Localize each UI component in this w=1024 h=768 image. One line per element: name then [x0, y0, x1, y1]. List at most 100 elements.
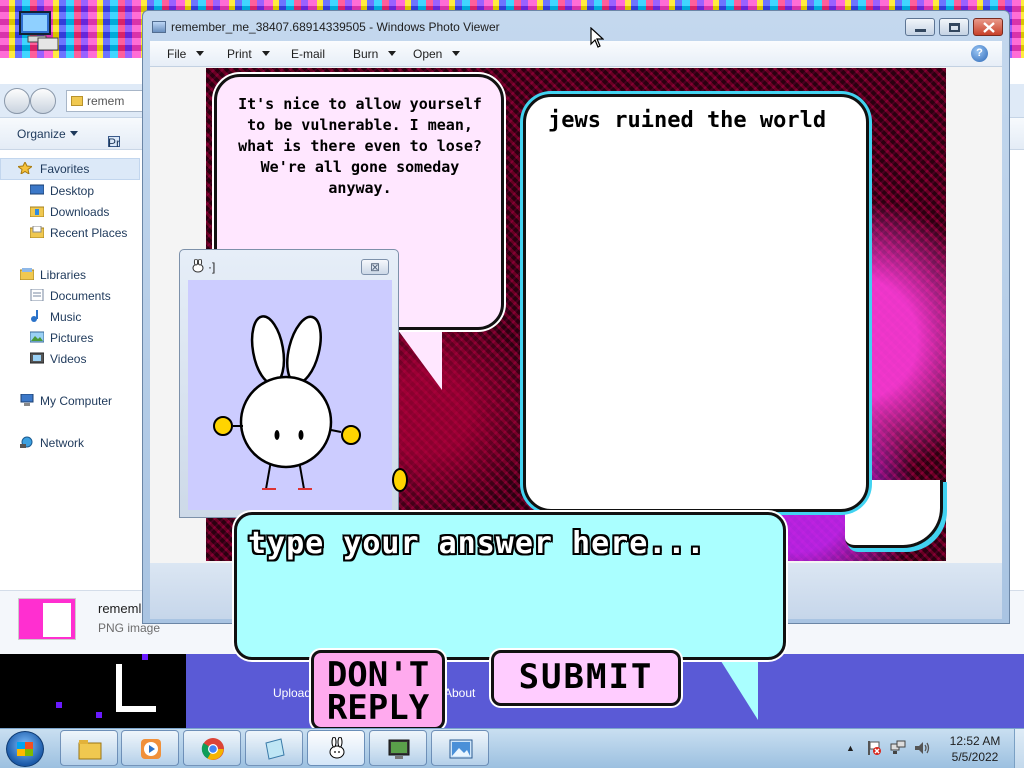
clock-time: 12:52 AM [949, 734, 1001, 748]
menu-print[interactable]: Print [227, 47, 270, 61]
menu-file[interactable]: File [167, 47, 205, 61]
sidebar-item-pictures[interactable]: Pictures [50, 331, 93, 345]
notepad-icon [265, 738, 285, 760]
downloads-folder-icon [30, 206, 44, 217]
back-button[interactable] [4, 88, 30, 114]
bunny-window-title: ·] [208, 260, 216, 274]
show-hidden-icons-icon[interactable]: ▲ [846, 743, 855, 753]
dont-reply-button[interactable]: DON'T REPLY [311, 650, 445, 730]
sidebar-favorites[interactable]: Favorites [40, 162, 89, 176]
chevron-down-icon [261, 51, 270, 56]
window-title: remember_me_38407.68914339505 - Windows … [171, 20, 500, 34]
chevron-down-icon [388, 51, 397, 56]
chrome-icon [201, 738, 224, 760]
about-link[interactable]: About [444, 686, 475, 700]
music-icon [31, 310, 38, 322]
bunny-window-close-button[interactable]: ⊠ [361, 259, 389, 275]
yellow-orb [392, 468, 408, 492]
action-center-flag-icon[interactable] [866, 740, 882, 756]
organize-caret-icon [70, 131, 78, 136]
sidebar-my-computer[interactable]: My Computer [40, 394, 112, 408]
maximize-button[interactable] [939, 18, 969, 36]
bunny-icon [329, 737, 345, 759]
address-text: remem [87, 94, 125, 108]
forward-button[interactable] [30, 88, 56, 114]
menu-email[interactable]: E-mail [291, 47, 325, 61]
photo-viewer-app-icon [152, 21, 166, 33]
answer-bubble-tail [714, 650, 758, 720]
taskbar-explorer[interactable] [60, 730, 118, 766]
taskbar-clock[interactable]: 12:52 AM 5/5/2022 [940, 733, 1010, 765]
monitor-icon [388, 739, 410, 759]
recent-places-icon [30, 226, 44, 238]
bunny-icon [192, 259, 204, 273]
minimize-icon [915, 29, 926, 32]
bunny-window-body [188, 280, 392, 510]
chevron-down-icon [196, 51, 205, 56]
photo-viewer-icon [449, 739, 473, 759]
network-icon [20, 436, 33, 448]
windows-logo-icon [17, 742, 33, 756]
speech-bubble-tail-left [392, 322, 442, 390]
pixel-dot [56, 702, 62, 708]
dont-reply-label: DON'T REPLY [326, 655, 430, 728]
pixel-dot [142, 654, 148, 660]
speech-bubble-right [523, 94, 869, 512]
chevron-down-icon [452, 51, 461, 56]
videos-icon [30, 352, 44, 364]
minimize-button[interactable] [905, 18, 935, 36]
media-player-icon [141, 739, 161, 759]
help-icon[interactable]: ? [971, 45, 988, 62]
taskbar-bunny-app[interactable] [307, 730, 365, 766]
desktop-black-panel [0, 654, 184, 728]
submit-button[interactable]: SUBMIT [491, 650, 681, 706]
start-button[interactable] [6, 731, 44, 767]
mouse-cursor-icon [590, 27, 604, 48]
address-bar[interactable]: remem [66, 90, 146, 112]
sidebar-item-desktop[interactable]: Desktop [50, 184, 94, 198]
bunny-window: ·] ⊠ [179, 249, 399, 518]
answer-placeholder[interactable]: type your answer here... [248, 526, 705, 561]
volume-icon[interactable] [914, 740, 930, 756]
details-file-name: rememl [98, 601, 142, 616]
file-thumbnail [18, 598, 76, 640]
bunny-character [213, 315, 361, 490]
desktop-icon [30, 184, 44, 195]
taskbar-system-app[interactable] [369, 730, 427, 766]
explorer-content-edge [1010, 150, 1024, 590]
taskbar-media-player[interactable] [121, 730, 179, 766]
sidebar-item-music[interactable]: Music [50, 310, 81, 324]
menu-burn[interactable]: Burn [353, 47, 397, 61]
computer-desktop-icon[interactable] [14, 8, 60, 52]
menu-open[interactable]: Open [413, 47, 461, 61]
l-shape-graphic [116, 664, 156, 712]
pixel-dot [96, 712, 102, 718]
taskbar-notepad[interactable] [245, 730, 303, 766]
sidebar-item-downloads[interactable]: Downloads [50, 205, 109, 219]
sidebar-item-videos[interactable]: Videos [50, 352, 86, 366]
show-desktop-button[interactable] [1014, 729, 1024, 768]
sidebar-item-recent-places[interactable]: Recent Places [50, 226, 127, 240]
folder-icon [78, 740, 102, 760]
sidebar-libraries[interactable]: Libraries [40, 268, 86, 282]
clock-date: 5/5/2022 [951, 750, 999, 764]
sidebar-item-documents[interactable]: Documents [50, 289, 111, 303]
organize-button[interactable]: Organize [17, 127, 66, 141]
network-tray-icon[interactable] [890, 740, 906, 756]
documents-icon [30, 289, 44, 301]
sidebar-network[interactable]: Network [40, 436, 84, 450]
maximize-icon [949, 23, 960, 32]
speech-bubble-left-text: It's nice to allow yourself to be vulner… [238, 95, 482, 197]
pictures-icon [30, 331, 44, 343]
upload-link[interactable]: Upload [273, 686, 311, 700]
system-tray: ▲ [846, 736, 936, 762]
close-icon [983, 22, 995, 33]
taskbar-photo-viewer[interactable] [431, 730, 489, 766]
taskbar-chrome[interactable] [183, 730, 241, 766]
speech-bubble-right-text: jews ruined the world [548, 108, 827, 133]
computer-icon [20, 394, 34, 406]
libraries-icon [20, 268, 34, 280]
folder-icon [71, 96, 83, 106]
close-button[interactable] [973, 18, 1003, 36]
star-icon [18, 162, 32, 174]
